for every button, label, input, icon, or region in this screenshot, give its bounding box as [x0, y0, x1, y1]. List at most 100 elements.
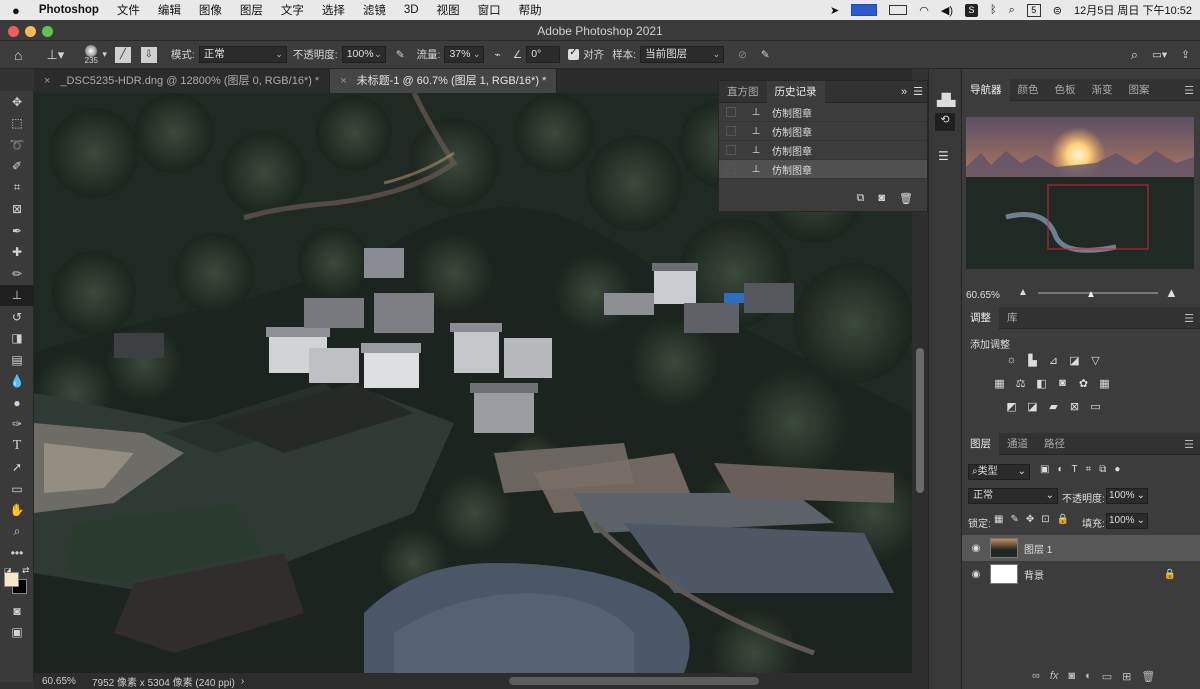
panel-menu-icon[interactable]: ☰ [913, 85, 923, 98]
tab-channels[interactable]: 通道 [999, 433, 1036, 455]
filter-adjustment-icon[interactable]: ◐ [1057, 464, 1063, 475]
tab-adjustments[interactable]: 调整 [962, 306, 999, 329]
hand-tool-icon[interactable]: ✋ [0, 500, 34, 522]
status-zoom[interactable]: 60.65% [42, 676, 82, 687]
apple-menu-icon[interactable]: ● [0, 3, 30, 18]
trash-icon[interactable]: 🗑 [899, 192, 913, 205]
home-icon[interactable]: ⌂ [14, 45, 22, 65]
wifi-icon[interactable]: ◠ [919, 4, 929, 17]
camera-icon[interactable]: ◙ [878, 192, 885, 205]
location-arrow-icon[interactable]: ➤ [830, 4, 839, 17]
collapse-icon[interactable]: » [901, 86, 907, 98]
gradient-tool-icon[interactable]: ▤ [0, 349, 34, 371]
filter-smart-object-icon[interactable]: ⧉ [1099, 464, 1106, 475]
channel-mixer-icon[interactable]: ✿ [1076, 377, 1091, 390]
tab-color[interactable]: 颜色 [1010, 79, 1047, 101]
menu-type[interactable]: 文字 [272, 2, 313, 18]
clone-stamp-preset-icon[interactable]: ⊥▾ [46, 45, 64, 65]
airbrush-icon[interactable]: ⌁ [494, 45, 500, 65]
clone-stamp-tool-icon[interactable]: ⊥ [0, 284, 34, 306]
menu-layer[interactable]: 图层 [231, 2, 272, 18]
new-document-from-state-icon[interactable]: ⧉ [857, 192, 865, 205]
brightness-icon[interactable]: ☼ [1004, 354, 1019, 367]
close-tab-icon[interactable]: × [340, 75, 346, 87]
align-checkbox[interactable] [568, 47, 580, 60]
lock-position-icon[interactable]: ✥ [1026, 514, 1034, 525]
layer-name[interactable]: 图层 1 [1024, 541, 1052, 556]
crop-tool-icon[interactable]: ⌗ [0, 177, 34, 199]
adjustment-layer-icon[interactable]: ◐ [1085, 670, 1092, 683]
lock-artboard-icon[interactable]: ⊡ [1041, 514, 1049, 525]
foreground-color-swatch[interactable] [4, 572, 19, 587]
add-mask-icon[interactable]: ◙ [1068, 670, 1075, 683]
menu-edit[interactable]: 编辑 [149, 2, 190, 18]
history-snapshot-checkbox[interactable] [726, 126, 736, 136]
filter-pixel-icon[interactable]: ▣ [1040, 464, 1049, 475]
lasso-tool-icon[interactable]: ➰ [0, 134, 34, 156]
layer-row-selected[interactable]: ◉ 图层 1 [962, 535, 1200, 561]
pressure-opacity-icon[interactable]: ✎ [396, 45, 405, 65]
visibility-eye-icon[interactable]: ◉ [966, 569, 986, 580]
menu-3d[interactable]: 3D [395, 4, 428, 16]
eyedropper-tool-icon[interactable]: ✒ [0, 220, 34, 242]
tab-document-hdr[interactable]: × _DSC5235-HDR.dng @ 12800% (图层 0, RGB/16… [34, 69, 331, 93]
history-item[interactable]: ⊥ 仿制图章 [719, 122, 927, 141]
sample-select[interactable]: 当前图层 ⌄ [640, 46, 725, 63]
eraser-tool-icon[interactable]: ◨ [0, 328, 34, 350]
photo-filter-icon[interactable]: ◙ [1055, 377, 1070, 390]
layer-style-icon[interactable]: fx [1050, 670, 1059, 683]
navigator-zoom-value[interactable]: 60.65% [966, 290, 1000, 301]
fill-field[interactable]: 100% ⌄ [1106, 513, 1148, 529]
type-tool-icon[interactable]: T [0, 435, 34, 457]
tab-paths[interactable]: 路径 [1036, 433, 1073, 455]
angle-icon[interactable]: ∠ [513, 45, 522, 65]
group-folder-icon[interactable]: ▭ [1102, 670, 1112, 683]
panel-menu-icon[interactable]: ☰ [1184, 312, 1194, 325]
selective-color-icon[interactable]: ⊠ [1067, 400, 1082, 413]
display-icon[interactable] [851, 4, 878, 16]
battery-icon[interactable] [889, 5, 908, 15]
filter-shape-icon[interactable]: ⌗ [1086, 464, 1092, 475]
volume-icon[interactable]: ◀) [941, 4, 953, 17]
tab-patterns[interactable]: 图案 [1121, 79, 1158, 101]
black-white-icon[interactable]: ◧ [1034, 377, 1049, 390]
history-item[interactable]: ⊥ 仿制图章 [719, 141, 927, 160]
navigator-zoom-slider[interactable] [1038, 292, 1158, 294]
layer-row[interactable]: ◉ 背景 🔒 [962, 561, 1200, 587]
posterize-icon[interactable]: ◪ [1025, 400, 1040, 413]
brush-tool-icon[interactable]: ✏ [0, 263, 34, 285]
chevron-right-icon[interactable]: › [241, 676, 244, 687]
history-snapshot-checkbox[interactable] [726, 164, 736, 174]
tab-document-untitled[interactable]: × 未标题-1 @ 60.7% (图层 1, RGB/16*) * [330, 69, 558, 93]
history-snapshot-checkbox[interactable] [726, 145, 736, 155]
swap-colors-icon[interactable]: ⇄ [22, 565, 30, 576]
workspace-icon[interactable]: ▭▾ [1152, 45, 1167, 65]
bluetooth-icon[interactable]: ᛒ [990, 4, 997, 16]
layer-opacity-field[interactable]: 100% ⌄ [1106, 488, 1148, 504]
filter-toggle-icon[interactable]: ● [1114, 464, 1120, 475]
vibrance-icon[interactable]: ▽ [1088, 354, 1103, 367]
menu-view[interactable]: 视图 [428, 2, 469, 18]
navigator-preview[interactable] [966, 117, 1194, 269]
toggle-brush-settings-icon[interactable]: ╱ [114, 46, 131, 63]
layer-filter-select[interactable]: ⌕类型 ⌄ [968, 464, 1030, 480]
history-item-current[interactable]: ⊥ 仿制图章 [719, 160, 927, 179]
quick-mask-icon[interactable]: ◙ [0, 600, 34, 622]
frame-tool-icon[interactable]: ⊠ [0, 199, 34, 221]
healing-brush-tool-icon[interactable]: ✚ [0, 242, 34, 264]
tab-swatches[interactable]: 色板 [1047, 79, 1084, 101]
pressure-size-icon[interactable]: ✎ [761, 45, 770, 65]
opacity-field[interactable]: 100% ⌄ [341, 46, 386, 63]
move-tool-icon[interactable]: ✥ [0, 91, 34, 113]
search-icon[interactable]: ⌕ [1131, 45, 1138, 65]
brush-dropdown-icon[interactable]: ▾ [102, 45, 107, 65]
exposure-icon[interactable]: ◪ [1067, 354, 1082, 367]
panel-menu-icon[interactable]: ☰ [1184, 84, 1194, 97]
angle-field[interactable]: 0° [526, 46, 561, 63]
zoom-in-icon[interactable]: ▲ [1165, 285, 1178, 300]
s-app-icon[interactable]: S [965, 3, 978, 17]
history-item[interactable]: ⊥ 仿制图章 [719, 103, 927, 122]
control-center-icon[interactable]: ⊜ [1053, 4, 1062, 17]
lock-transparent-icon[interactable]: ▦ [994, 514, 1003, 525]
lock-pixels-icon[interactable]: ✎ [1010, 514, 1018, 525]
